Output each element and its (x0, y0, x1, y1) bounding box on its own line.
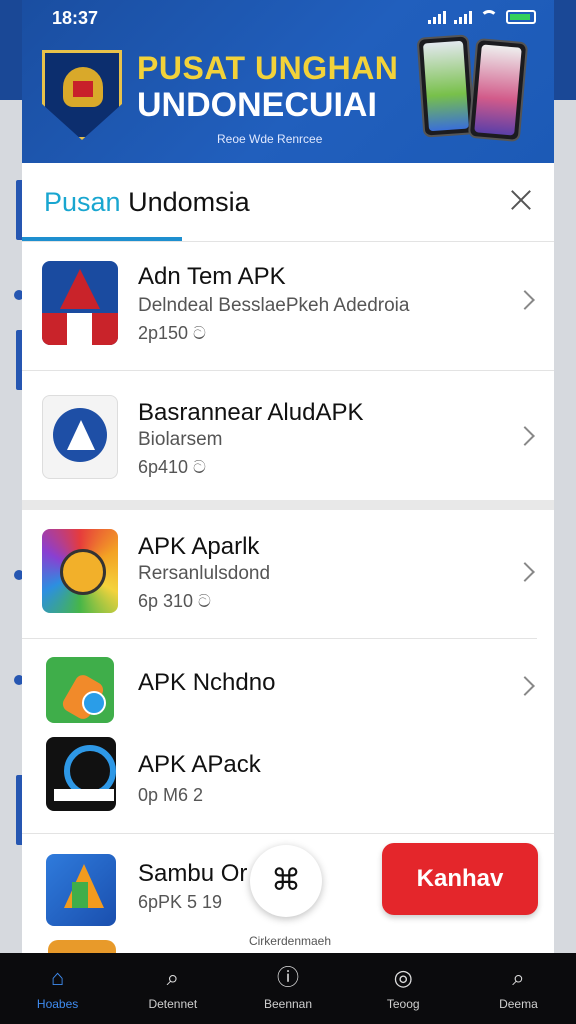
item-title: APK Nchdno (138, 669, 276, 696)
item-meta: 0p M6 2 (138, 785, 204, 805)
divider (22, 833, 554, 834)
chevron-right-icon (515, 676, 535, 696)
list-item[interactable]: APK Nchdno (22, 643, 554, 733)
chevron-right-icon (515, 290, 535, 310)
banner-title-secondary: UNDONECUIAI (137, 86, 377, 124)
app-icon (46, 657, 114, 723)
sheet-title: Pusan Undomsia (44, 187, 250, 218)
divider (22, 241, 554, 242)
info-icon: ⓘ (276, 965, 299, 990)
nav-item-search-2[interactable]: ⌕ Deema (461, 953, 576, 1024)
fab-label: Cirkerdenmaeh (248, 934, 332, 948)
search-icon: ⌕ (166, 965, 179, 990)
nav-item-info[interactable]: ⓘ Beennan (230, 953, 345, 1024)
cta-button[interactable]: Kanhav (382, 843, 538, 915)
nav-label: Hoabes (36, 997, 79, 1011)
promo-banner[interactable]: 18:37 PUSAT UNGHAN UNDONECUIAI Reoe Wde … (22, 0, 554, 163)
signal-icon (454, 11, 472, 24)
emblem-logo (42, 50, 122, 140)
list-item[interactable]: Adn Tem APK Delndeal BesslaePkeh Adedroi… (22, 243, 554, 363)
search-icon: ⌕ (512, 965, 525, 990)
section-gap (22, 500, 554, 510)
app-icon (42, 395, 118, 479)
battery-icon (506, 10, 536, 24)
app-icon (42, 261, 118, 345)
chevron-right-icon (515, 562, 535, 582)
partial-app-icon (48, 940, 116, 953)
item-subtitle: Rersanlulsdond (138, 563, 271, 584)
status-icons (428, 10, 536, 24)
divider (22, 638, 537, 639)
sheet-header: Pusan Undomsia (22, 163, 554, 242)
app-icon (46, 737, 116, 811)
nav-item-compass[interactable]: ◎ Teoog (346, 953, 461, 1024)
item-title: Adn Tem APK (138, 263, 286, 290)
item-meta: 6p410 ට (138, 457, 206, 477)
share-network-button[interactable]: ⌘ (250, 845, 322, 917)
item-meta: 6p 310 ට (138, 591, 211, 611)
nav-label: Beennan (263, 997, 313, 1011)
chevron-right-icon (515, 426, 535, 446)
app-list-sheet: Pusan Undomsia Adn Tem APK Delndeal Bess… (22, 163, 554, 953)
close-button[interactable] (506, 185, 536, 215)
banner-title: PUSAT UNGHAN (137, 50, 399, 86)
home-icon: ⌂ (50, 965, 65, 990)
list-item[interactable]: APK APack 0p M6 2 (22, 733, 554, 833)
item-subtitle: Delndeal BesslaePkeh Adedroia (138, 295, 410, 316)
item-title: Basrannear AludAPK (138, 399, 364, 426)
nav-label: Deema (499, 997, 538, 1011)
item-title: Sambu Or (138, 860, 248, 887)
wifi-icon (480, 10, 498, 24)
nav-item-home[interactable]: ⌂ Hoabes (0, 953, 115, 1024)
sheet-title-accent: Pusan (44, 187, 121, 217)
nav-label: Detennet (148, 997, 198, 1011)
status-time: 18:37 (52, 8, 99, 28)
signal-icon (428, 11, 446, 24)
app-icon (46, 854, 116, 926)
nav-label: Teoog (386, 997, 420, 1011)
item-title: APK Aparlk (138, 533, 260, 560)
bottom-navigation: ⌂ Hoabes ⌕ Detennet ⓘ Beennan ◎ Teoog ⌕ … (0, 953, 576, 1024)
share-network-icon: ⌘ (271, 864, 301, 897)
app-icon (42, 529, 118, 613)
phones-illustration (412, 34, 542, 162)
nav-item-search[interactable]: ⌕ Detennet (115, 953, 230, 1024)
list-item[interactable]: APK Aparlk Rersanlulsdond 6p 310 ට (22, 513, 554, 633)
item-meta: 2p150 ට (138, 323, 206, 343)
banner-subtitle: Reoe Wde Renrcee (217, 132, 323, 146)
sheet-title-rest: Undomsia (120, 187, 250, 217)
item-title: APK APack (138, 751, 261, 778)
divider (22, 370, 554, 371)
compass-icon: ◎ (393, 965, 413, 990)
status-bar: 18:37 (22, 0, 554, 36)
item-subtitle: Biolarsem (138, 429, 223, 450)
list-item[interactable]: Basrannear AludAPK Biolarsem 6p410 ට (22, 375, 554, 495)
item-meta: 6pPK 5 19 (138, 892, 223, 912)
